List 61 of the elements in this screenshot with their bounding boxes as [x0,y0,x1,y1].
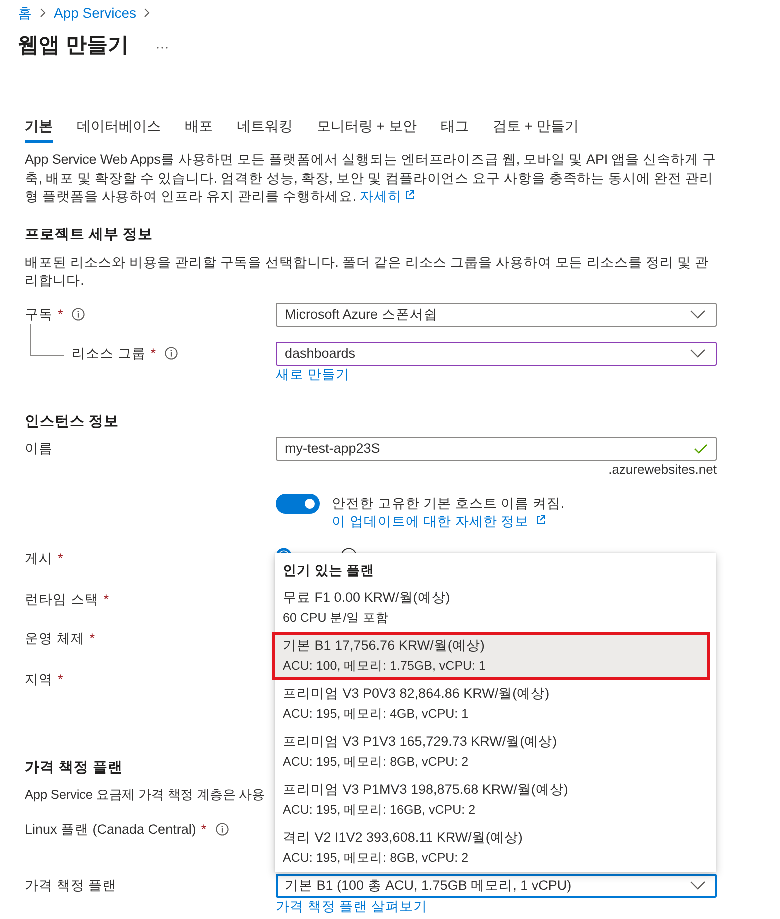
resource-group-dropdown[interactable]: dashboards [276,342,717,366]
required-mark: * [90,630,96,648]
required-mark: * [104,590,110,608]
tab[interactable]: 데이터베이스 [77,116,161,143]
toggle-label: 안전한 고유한 기본 호스트 이름 켜짐. 이 업데이트에 대한 자세한 정보 [332,494,566,530]
breadcrumb-link[interactable]: App Services [54,3,136,23]
create-new-link[interactable]: 새로 만들기 [276,366,350,382]
plan-option[interactable]: 프리미엄 V3 P1V3 165,729.73 KRW/월(예상) ACU: 195, 메모리: 8GB, vCPU: 2 [275,728,716,776]
plan-option[interactable]: 격리 V2 I1V2 393,608.11 KRW/월(예상) ACU: 195, 메모리: 8GB, vCPU: 2 [275,824,716,872]
chevron-right-icon [144,8,150,18]
name-field[interactable]: my-test-app23S [276,436,717,460]
field-label: 구독 [25,306,53,324]
required-mark: * [150,344,156,362]
section-description: App Service 요금제 가격 책정 계층은 사용 [25,786,265,804]
external-link-icon [404,190,415,200]
section-heading: 프로젝트 세부 정보 [25,226,154,244]
plan-option[interactable]: 기본 B1 17,756.76 KRW/월(예상) ACU: 100, 메모리: 1.75GB, vCPU: 1 [272,632,710,680]
section-description: 배포된 리소스와 비용을 관리할 구독을 선택합니다. 폴더 같은 리소스 그룹을 사용하여 모든 리소스를 정리 및 관리합니다. [25,254,710,290]
tab[interactable]: 기본 [25,116,53,143]
learn-more-link[interactable]: 자세히 [360,189,415,204]
tab[interactable]: 모니터링 + 보안 [317,116,417,143]
required-mark: * [58,670,64,688]
breadcrumb-link[interactable]: 홈 [18,3,32,23]
field-label: 게시 [25,550,53,568]
tab[interactable]: 태그 [440,116,469,143]
domain-suffix: .azurewebsites.net [608,462,717,476]
chevron-right-icon [40,8,46,18]
section-heading: 인스턴스 정보 [25,412,120,432]
required-mark: * [58,550,64,568]
plan-group-heading: 인기 있는 플랜 [282,562,376,580]
tab[interactable]: 배포 [185,116,213,143]
chevron-down-icon [690,881,706,890]
page-title: 웹앱 만들기 [18,33,129,59]
tab[interactable]: 네트워킹 [237,116,293,143]
chevron-down-icon [690,349,706,358]
info-icon[interactable] [72,308,86,321]
plan-option[interactable]: 프리미엄 V3 P0V3 82,864.86 KRW/월(예상) ACU: 195, 메모리: 4GB, vCPU: 1 [275,680,716,728]
required-mark: * [58,306,64,324]
explore-plans-link[interactable]: 가격 책정 플랜 살펴보기 [276,898,428,914]
plan-option[interactable]: 무료 F1 0.00 KRW/월(예상) 60 CPU 분/일 포함 [275,584,716,632]
field-label: 지역 [25,670,53,688]
toggle-switch[interactable] [276,494,320,514]
info-icon[interactable] [165,347,178,360]
intro-text: App Service Web Apps를 사용하면 모든 플랫폼에서 실행되는 엔터프라이즈급 웹, 모바일 및 API 앱을 신속하게 구축, 배포 및 확장할 수 있습니다. 엄격한 성능, 확장, 보안 및 컴플라이언스 요구 사항을 충족하는 동시에 완전 관리형 플랫폼을 사용하여 인프라 유지 관리를 수행하세요. 자세히 [25,151,718,206]
more-info-link[interactable]: 이 업데이트에 대한 자세한 정보 [332,514,546,528]
plan-option[interactable]: 프리미엄 V3 P1MV3 198,875.68 KRW/월(예상) ACU: 195, 메모리: 16GB, vCPU: 2 [275,776,716,824]
field-label: 리소스 그룹 [72,344,146,362]
chevron-down-icon [690,310,706,319]
tab[interactable]: 검토 + 만들기 [492,116,579,143]
field-label: Linux 플랜 (Canada Central) [25,820,196,839]
tree-connector [30,324,64,356]
external-link-icon [536,514,546,524]
required-mark: * [201,820,207,838]
pricing-plan-dropdown[interactable]: 기본 B1 (100 총 ACU, 1.75GB 메모리, 1 vCPU) [276,874,717,898]
field-label: 이름 [25,440,53,458]
section-heading: 가격 책정 플랜 [25,758,124,778]
field-label: 런타임 스택 [25,590,99,608]
field-label: 운영 체제 [25,630,85,648]
info-icon[interactable] [216,823,229,836]
subscription-dropdown[interactable]: Microsoft Azure 스폰서쉽 [276,302,717,326]
field-label: 가격 책정 플랜 [25,876,117,894]
